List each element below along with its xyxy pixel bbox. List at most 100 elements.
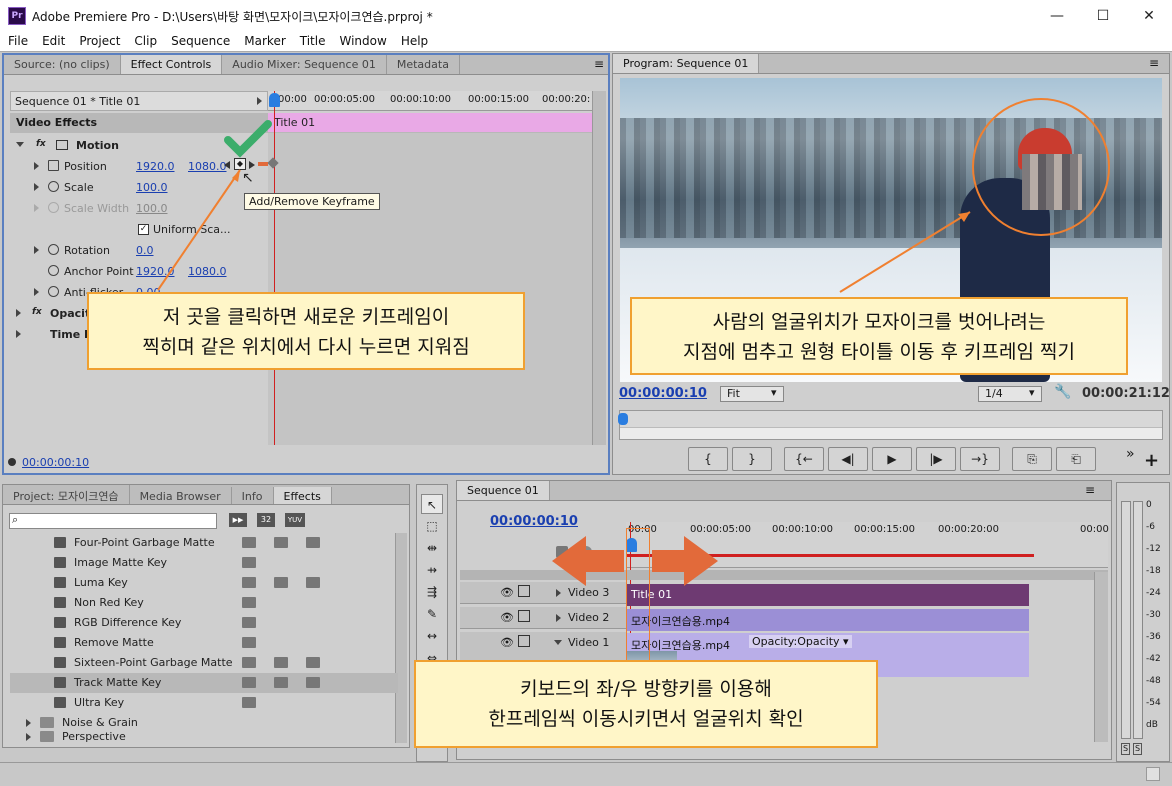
tab-audio-mixer[interactable]: Audio Mixer: Sequence 01 (222, 55, 387, 74)
tab-source[interactable]: Source: (no clips) (4, 55, 121, 74)
scale-stopwatch-icon[interactable] (48, 181, 59, 192)
pm-add-button[interactable]: + (1144, 450, 1159, 471)
opacity-expand-icon[interactable] (16, 309, 21, 317)
ec-keyframe-area[interactable] (268, 133, 592, 445)
scale-width-stopwatch-icon[interactable] (48, 202, 59, 213)
lock-icon[interactable] (518, 610, 530, 622)
motion-transform-icon[interactable] (56, 140, 68, 150)
tab-media-browser[interactable]: Media Browser (130, 487, 232, 504)
tab-info[interactable]: Info (232, 487, 274, 504)
track-header-video2[interactable]: 👁 Video 2 (460, 607, 626, 629)
time-remap-expand-icon[interactable] (16, 330, 21, 338)
pm-zoom-bar[interactable] (620, 427, 1162, 439)
step-back-button[interactable]: ◀| (828, 447, 868, 471)
pm-quality-dropdown[interactable]: 1/4 ▾ (978, 386, 1042, 402)
effect-list-item[interactable]: Luma Key (10, 573, 398, 593)
tab-effects[interactable]: Effects (273, 487, 332, 504)
menu-help[interactable]: Help (393, 32, 434, 48)
menu-title[interactable]: Title (292, 32, 332, 48)
opacity-dropdown[interactable]: Opacity:Opacity ▾ (749, 635, 852, 648)
pm-panel-menu-icon[interactable]: ≡ (1149, 56, 1159, 70)
ec-vertical-scrollbar[interactable] (592, 91, 606, 445)
fx-icon[interactable]: fx (32, 307, 42, 317)
solo-left-button[interactable]: S (1121, 743, 1130, 755)
pm-scrub-bar[interactable] (618, 410, 1163, 440)
effect-list-item[interactable]: Image Matte Key (10, 553, 398, 573)
effect-list-item[interactable]: RGB Difference Key (10, 613, 398, 633)
menu-file[interactable]: File (0, 32, 34, 48)
yuv-effects-icon[interactable]: YUV (285, 513, 305, 527)
tab-sequence-01[interactable]: Sequence 01 (457, 481, 550, 500)
tab-metadata[interactable]: Metadata (387, 55, 460, 74)
ec-clip-bar[interactable]: Title 01 (268, 113, 592, 132)
play-button[interactable]: ▶ (872, 447, 912, 471)
eye-icon[interactable]: 👁 (500, 636, 514, 649)
tl-vertical-scrollbar[interactable] (1094, 572, 1108, 742)
effect-list-item[interactable]: Remove Matte (10, 633, 398, 653)
tab-project[interactable]: Project: 모자이크연습 (3, 485, 130, 504)
rotation-stopwatch-icon[interactable] (48, 244, 59, 255)
go-to-in-button[interactable]: {← (784, 447, 824, 471)
close-button[interactable]: ✕ (1126, 0, 1172, 32)
ec-panel-menu-icon[interactable]: ≡ (594, 57, 604, 71)
ec-playhead-handle[interactable] (269, 93, 280, 107)
menu-sequence[interactable]: Sequence (163, 32, 236, 48)
menu-edit[interactable]: Edit (34, 32, 71, 48)
scale-expand-icon[interactable] (34, 183, 39, 191)
motion-collapse-icon[interactable] (16, 142, 24, 147)
title-clip[interactable]: Title 01 (627, 584, 1029, 606)
pm-timecode[interactable]: 00:00:00:10 (619, 386, 707, 401)
scale-width-expand-icon[interactable] (34, 204, 39, 212)
tab-program[interactable]: Program: Sequence 01 (613, 54, 760, 73)
position-stopwatch-icon[interactable] (48, 160, 59, 171)
razor-tool-icon[interactable]: ✎ (421, 604, 443, 624)
menu-project[interactable]: Project (71, 32, 126, 48)
folder-expand-icon[interactable] (26, 733, 31, 741)
lift-button[interactable]: ⎘ (1012, 447, 1052, 471)
folder-expand-icon[interactable] (26, 719, 31, 727)
ec-time-ruler[interactable]: 00:00 00:00:05:00 00:00:10:00 00:00:15:0… (268, 91, 592, 111)
menu-window[interactable]: Window (331, 32, 392, 48)
pm-more-button[interactable]: » (1126, 446, 1135, 462)
tab-effect-controls[interactable]: Effect Controls (120, 55, 223, 74)
ripple-edit-tool-icon[interactable]: ⇹ (421, 538, 443, 558)
track-select-tool-icon[interactable]: ⬚ (421, 516, 443, 536)
32bit-effects-icon[interactable]: 32 (257, 513, 275, 527)
rolling-edit-tool-icon[interactable]: ⇸ (421, 560, 443, 580)
slip-tool-icon[interactable]: ↔ (421, 626, 443, 646)
lock-icon[interactable] (518, 635, 530, 647)
ec-sequence-expand-icon[interactable] (257, 97, 262, 105)
effect-list-item[interactable]: Sixteen-Point Garbage Matte (10, 653, 398, 673)
video2-clip[interactable]: 모자이크연습용.mp4 (627, 609, 1029, 631)
menu-clip[interactable]: Clip (126, 32, 163, 48)
fx-icon[interactable]: fx (36, 139, 46, 149)
go-to-out-button[interactable]: →} (960, 447, 1000, 471)
pm-fit-dropdown[interactable]: Fit ▾ (720, 386, 784, 402)
accelerated-effects-icon[interactable]: ▶▶ (229, 513, 247, 527)
mark-in-button[interactable]: { (688, 447, 728, 471)
effect-list-item[interactable]: Non Red Key (10, 593, 398, 613)
lock-icon[interactable] (518, 585, 530, 597)
effect-list-item[interactable]: Track Matte Key (10, 673, 398, 693)
effects-search-input[interactable]: ⌕ (9, 513, 217, 529)
wrench-icon[interactable]: 🔧 (1054, 384, 1071, 400)
tl-panel-menu-icon[interactable]: ≡ (1085, 483, 1095, 497)
extract-button[interactable]: ⎗ (1056, 447, 1096, 471)
menu-marker[interactable]: Marker (236, 32, 291, 48)
mark-out-button[interactable]: } (732, 447, 772, 471)
pm-playhead-handle[interactable] (618, 413, 628, 425)
effect-list-item[interactable]: Four-Point Garbage Matte (10, 533, 398, 553)
effect-list-item[interactable]: Ultra Key (10, 693, 398, 713)
track-expand-icon[interactable] (556, 614, 561, 622)
eye-icon[interactable]: 👁 (500, 586, 514, 599)
anti-flicker-expand-icon[interactable] (34, 288, 39, 296)
tl-timecode[interactable]: 00:00:00:10 (490, 514, 578, 529)
eye-icon[interactable]: 👁 (500, 611, 514, 624)
selection-tool-icon[interactable]: ↖ (421, 494, 443, 514)
maximize-button[interactable]: ☐ (1080, 0, 1126, 32)
minimize-button[interactable]: — (1034, 0, 1080, 32)
anchor-point-stopwatch-icon[interactable] (48, 265, 59, 276)
track-expand-icon[interactable] (556, 589, 561, 597)
track-collapse-icon[interactable] (554, 640, 562, 645)
status-resize-handle[interactable] (1146, 767, 1160, 781)
